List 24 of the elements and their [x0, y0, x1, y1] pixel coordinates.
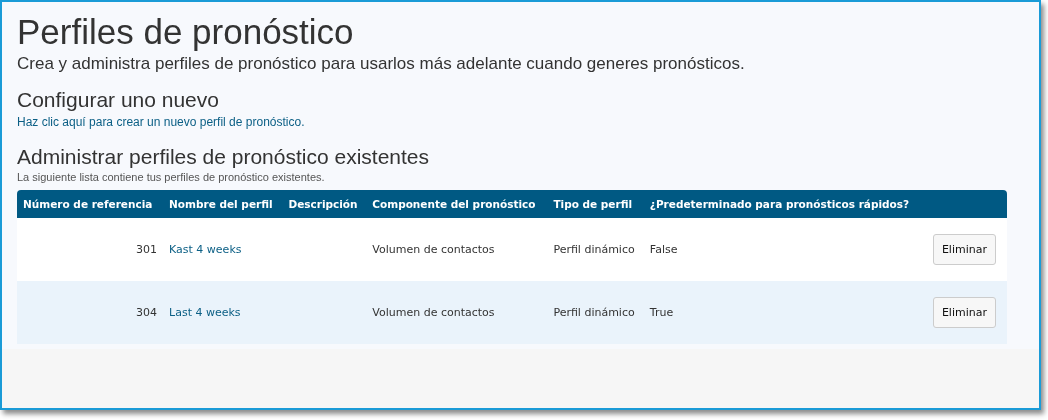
column-header: Tipo de perfil [547, 190, 644, 218]
column-header: Número de referencia [17, 190, 164, 218]
delete-button[interactable]: Eliminar [932, 234, 996, 265]
table-cell: Volumen de contactos [366, 281, 548, 344]
profile-name-link[interactable]: Kast 4 weeks [169, 243, 242, 256]
table-cell: 304 [17, 281, 164, 344]
create-profile-link[interactable]: Haz clic aquí para crear un nuevo perfil de pronóstico. [17, 115, 305, 129]
column-header: Nombre del perfil [163, 190, 283, 218]
table-cell: Perfil dinámico [547, 218, 644, 281]
table-cell: False [643, 218, 925, 281]
table-cell: Volumen de contactos [366, 218, 548, 281]
section-description: La siguiente lista contiene tus perfiles de pronóstico existentes. [17, 170, 326, 184]
column-header: ¿Predeterminado para pronósticos rápidos? [643, 190, 925, 218]
page-title: Perfiles de pronóstico [17, 11, 355, 53]
section-heading: Configurar uno nuevo [17, 87, 220, 113]
profile-name-link[interactable]: Last 4 weeks [169, 306, 241, 319]
section-heading: Administrar perfiles de pronóstico existentes [17, 144, 431, 170]
table-cell: Perfil dinámico [547, 281, 644, 344]
delete-button[interactable]: Eliminar [932, 297, 996, 328]
page-subtitle: Crea y administra perfiles de pronóstico para usarlos más adelante cuando generes pronósticos. [17, 53, 746, 75]
column-header: Componente del pronóstico [366, 190, 548, 218]
column-header: Descripción [282, 190, 367, 218]
table-cell: 301 [17, 218, 164, 281]
table-cell: True [643, 281, 925, 344]
